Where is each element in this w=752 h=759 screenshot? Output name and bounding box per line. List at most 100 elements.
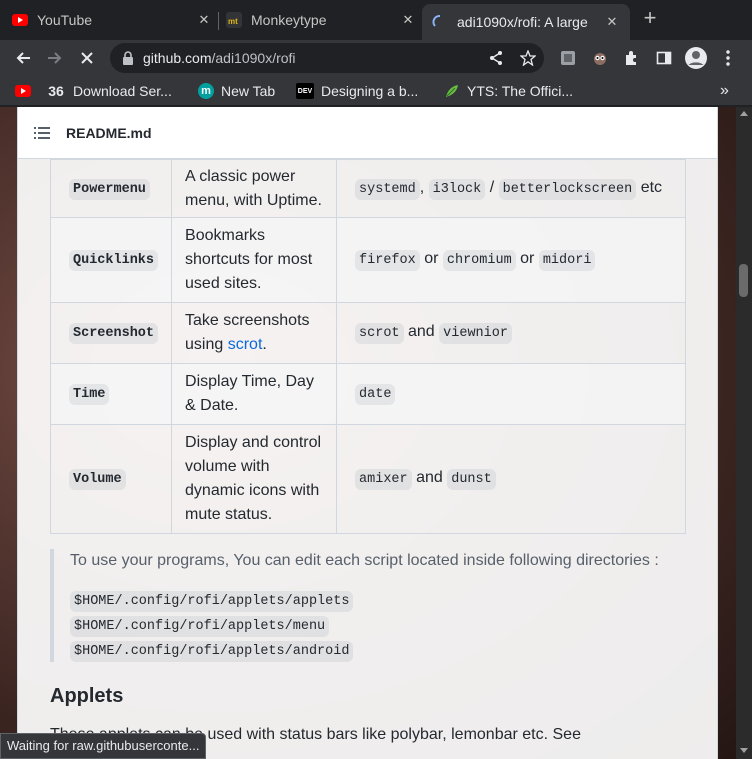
applet-deps: firefox or chromium or midori [336, 217, 686, 303]
36-icon: 36 [48, 83, 64, 99]
applet-name-cell: Powermenu [49, 159, 173, 218]
applet-name: Time [69, 384, 110, 405]
applet-name: Quicklinks [69, 250, 159, 271]
scroll-up-arrow-icon[interactable] [740, 111, 748, 116]
avatar-icon [685, 47, 707, 69]
table-row: Quicklinks Bookmarks shortcuts for most … [49, 217, 686, 303]
plus-icon: + [643, 5, 657, 30]
readme-filename: README.md [66, 125, 152, 141]
yts-leaf-icon [444, 83, 460, 99]
forward-button[interactable] [43, 46, 67, 70]
share-icon [490, 51, 502, 65]
applet-deps: amixer and dunst [336, 424, 686, 534]
url-text: github.com/adi1090x/rofi [143, 50, 296, 66]
dep-code: betterlockscreen [498, 178, 637, 200]
bookmark-label: Designing a b... [321, 83, 419, 99]
applet-name-cell: Screenshot [49, 302, 173, 364]
dep-code: date [355, 384, 396, 405]
dep-code: i3lock [428, 178, 486, 200]
dep-text: or [520, 250, 535, 267]
bookmark-designing[interactable]: DEV Designing a b... [296, 81, 418, 101]
extension-button[interactable] [588, 46, 612, 70]
bookmark-download-series[interactable]: 36 Download Ser... [46, 81, 172, 101]
applet-deps: systemd, i3lock / betterlockscreen etc [336, 159, 686, 218]
extensions-button[interactable] [620, 46, 644, 70]
dep-code: scrot [355, 323, 404, 344]
tab-youtube[interactable]: YouTube ✕ [12, 4, 212, 36]
stop-button[interactable] [75, 46, 99, 70]
bookmark-star-button[interactable] [516, 46, 540, 70]
bookmark-label: Download Ser... [73, 83, 172, 99]
table-row: Screenshot Take screenshots using scrot.… [49, 302, 686, 364]
applet-name: Volume [69, 469, 126, 490]
path-item: $HOME/.config/rofi/applets/android [70, 637, 670, 662]
bookmark-youtube-icon-only[interactable] [15, 81, 38, 101]
lock-icon [123, 51, 133, 65]
applet-name-cell: Quicklinks [49, 217, 173, 303]
side-panel-button[interactable] [652, 46, 676, 70]
scrollbar[interactable] [736, 107, 752, 759]
close-icon[interactable]: ✕ [400, 12, 416, 28]
dep-text: and [407, 323, 435, 340]
monkeytype-icon: mt [226, 12, 242, 28]
dep-code: viewnior [439, 323, 512, 344]
extension-button[interactable] [556, 46, 580, 70]
close-icon [81, 52, 93, 64]
tab-rofi[interactable]: adi1090x/rofi: A large ✕ [422, 4, 630, 40]
double-chevron-right-icon: » [720, 82, 729, 99]
dep-code: firefox [355, 250, 420, 271]
share-button[interactable] [484, 46, 508, 70]
applet-desc: Display Time, Day & Date. [171, 363, 338, 425]
bookmarks-overflow-button[interactable]: » [720, 81, 729, 101]
dep-text: etc [640, 178, 663, 196]
path-code: $HOME/.config/rofi/applets/menu [70, 616, 330, 637]
list-icon[interactable] [34, 126, 50, 140]
section-heading: Applets [50, 685, 124, 707]
menu-button[interactable] [716, 46, 740, 70]
new-tab-button[interactable]: + [640, 5, 660, 30]
close-icon[interactable]: ✕ [604, 14, 620, 30]
tab-title: adi1090x/rofi: A large [457, 14, 588, 30]
owl-icon [594, 53, 606, 65]
tab-monkeytype[interactable]: mt Monkeytype ✕ [226, 4, 416, 36]
arrow-left-icon [16, 52, 30, 64]
scroll-thumb[interactable] [739, 264, 748, 297]
tab-search-area [732, 4, 752, 36]
close-icon[interactable]: ✕ [196, 12, 212, 28]
path-code: $HOME/.config/rofi/applets/applets [70, 591, 354, 612]
status-bubble: Waiting for raw.githubuserconte... [0, 733, 207, 759]
dep-code: systemd [355, 178, 420, 200]
extension-puzzle-square-icon [561, 51, 575, 65]
back-button[interactable] [11, 46, 35, 70]
bookmarks-bar: 36 Download Ser... m New Tab DEV Designi… [0, 76, 752, 106]
dev-icon: DEV [296, 83, 314, 99]
scroll-down-arrow-icon[interactable] [740, 748, 748, 753]
applets-table: Powermenu A classic power menu, with Upt… [49, 159, 686, 534]
applet-name-cell: Time [49, 363, 173, 425]
bookmark-yts[interactable]: YTS: The Offici... [444, 81, 573, 101]
quote-text: To use your programs, You can edit each … [70, 552, 659, 569]
address-bar[interactable]: github.com/adi1090x/rofi [110, 43, 544, 73]
desc-text: . [262, 336, 267, 353]
url-path: /adi1090x/rofi [211, 50, 296, 66]
youtube-icon [12, 12, 28, 28]
tab-divider [218, 12, 219, 30]
path-list: $HOME/.config/rofi/applets/applets $HOME… [70, 587, 670, 662]
kebab-menu-icon [726, 50, 730, 66]
svg-text:mt: mt [228, 17, 238, 26]
scrot-link[interactable]: scrot [228, 336, 263, 353]
applet-desc: Bookmarks shortcuts for most used sites. [171, 217, 338, 303]
applet-desc: Take screenshots using scrot. [171, 302, 338, 364]
table-row: Powermenu A classic power menu, with Upt… [49, 159, 686, 218]
tab-title: YouTube [37, 12, 93, 28]
table-row: Time Display Time, Day & Date. date [49, 363, 686, 425]
bookmark-new-tab[interactable]: m New Tab [198, 81, 275, 101]
url-host: github.com [143, 50, 212, 66]
bookmark-label: New Tab [221, 83, 276, 99]
dep-text: or [424, 250, 439, 267]
tab-strip: YouTube ✕ mt Monkeytype ✕ adi1090x/rofi:… [0, 0, 752, 40]
dep-code: amixer [355, 469, 412, 490]
dep-text: , [419, 178, 425, 196]
profile-button[interactable] [684, 46, 708, 70]
dep-text: and [416, 469, 443, 486]
